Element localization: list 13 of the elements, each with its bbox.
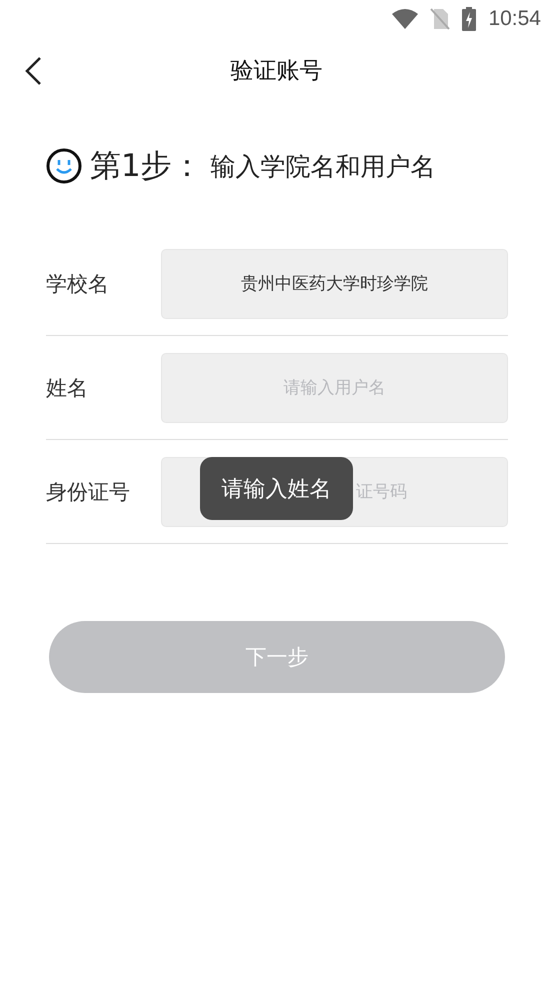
step-number: 第1步：	[90, 147, 203, 186]
battery-charging-icon	[462, 7, 476, 31]
error-toast: 请输入姓名	[200, 457, 353, 520]
page-title: 验证账号	[230, 56, 322, 86]
wifi-icon	[392, 9, 418, 29]
smiley-icon	[46, 148, 82, 184]
step-text: 输入学院名和用户名	[210, 150, 436, 182]
no-sim-icon	[430, 8, 450, 30]
field-label: 身份证号	[46, 478, 131, 506]
field-label: 学校名	[46, 270, 110, 298]
input-field[interactable]: 贵州中医药大学时珍学院	[161, 248, 508, 318]
field-label: 姓名	[46, 374, 89, 402]
clock-time: 10:54	[488, 7, 541, 31]
